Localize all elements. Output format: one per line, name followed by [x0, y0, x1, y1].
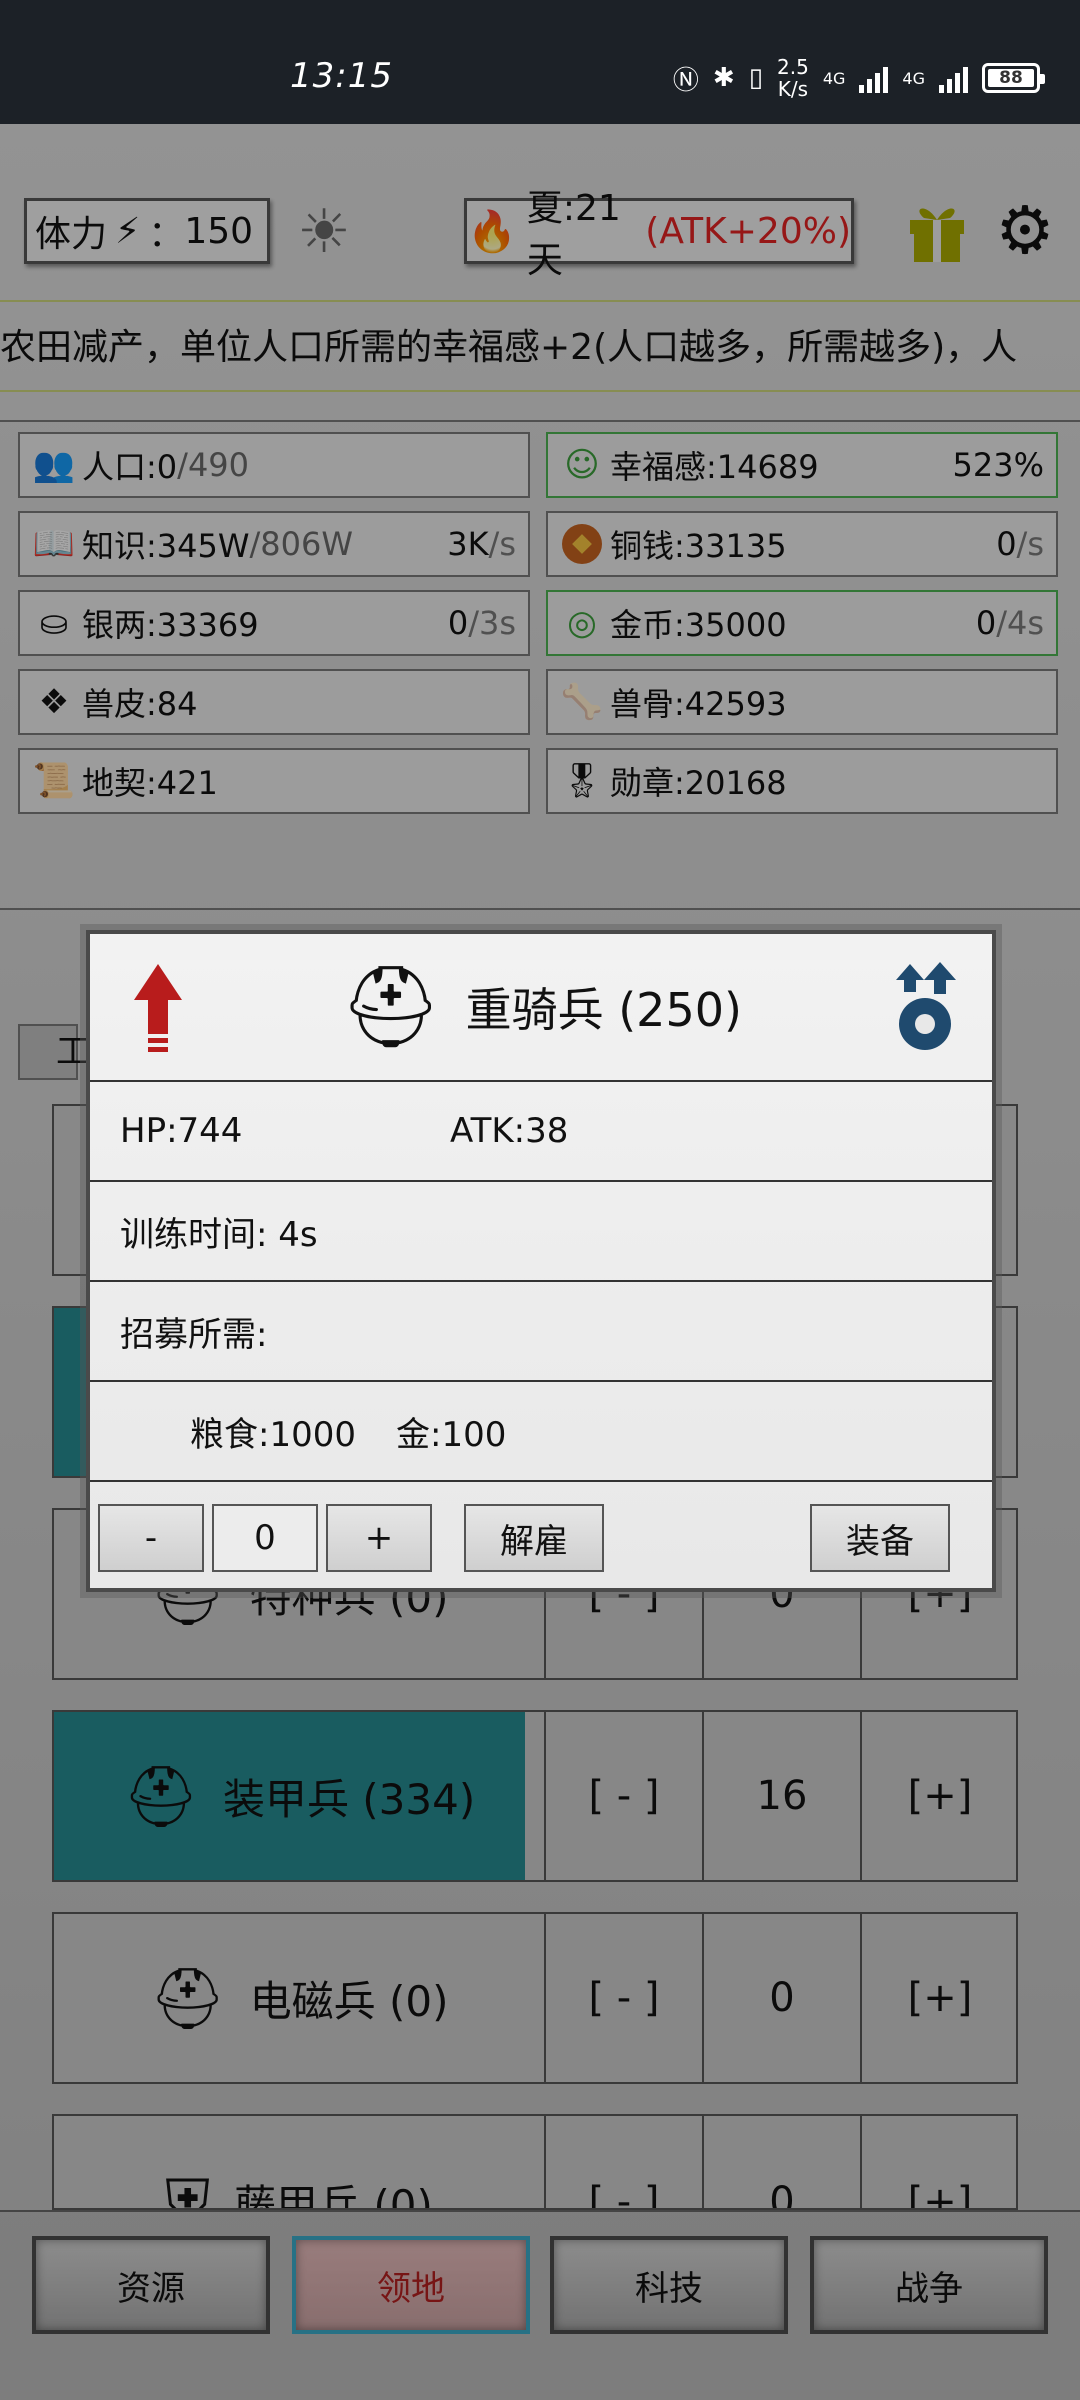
train-time: 训练时间: 4s	[120, 1214, 318, 1255]
atk-value: ATK:38	[450, 1111, 569, 1151]
signal-icon	[859, 63, 889, 93]
recruit-label-row: 招募所需:	[90, 1280, 992, 1380]
status-icons: Ⓝ ✱ ▯ 2.5 K/s 4G 4G 88	[672, 56, 1045, 100]
cost-gold: 金:100	[395, 1414, 507, 1455]
increase-button[interactable]: +	[326, 1504, 432, 1572]
equip-button[interactable]: 装备	[810, 1504, 950, 1572]
decrease-button[interactable]: -	[98, 1504, 204, 1572]
battery-icon: 88	[982, 63, 1045, 93]
battery-level: 88	[988, 68, 1034, 88]
signal-icon-2	[939, 63, 968, 93]
spartan-helmet-icon: ⛑	[340, 960, 442, 1053]
status-bar: 13:15 Ⓝ ✱ ▯ 2.5 K/s 4G 4G 88	[0, 0, 1080, 124]
modal-header: ⛑ 重骑兵 (250)	[90, 934, 992, 1080]
clock: 13:15	[290, 56, 393, 96]
bluetooth-icon: ✱	[712, 63, 735, 93]
unit-detail-modal: ⛑ 重骑兵 (250) HP:744 ATK:38 训练时间: 4s 招募所需:…	[86, 930, 996, 1592]
train-time-row: 训练时间: 4s	[90, 1180, 992, 1280]
network-label-1: 4G	[822, 68, 846, 88]
net-speed-unit: K/s	[777, 77, 809, 101]
equipment-upgrade-icon[interactable]	[890, 962, 960, 1056]
net-speed-value: 2.5	[777, 55, 809, 79]
stats-row: HP:744 ATK:38	[90, 1080, 992, 1180]
nfc-icon: Ⓝ	[672, 65, 699, 96]
hp-value: HP:744	[120, 1111, 243, 1151]
dismiss-button[interactable]: 解雇	[464, 1504, 604, 1572]
modal-title: 重骑兵 (250)	[465, 983, 742, 1037]
net-speed: 2.5 K/s	[777, 56, 809, 100]
network-label-2: 4G	[902, 68, 925, 88]
cost-row: 粮食:1000 金:100	[90, 1380, 992, 1480]
quantity-input[interactable]: 0	[212, 1504, 318, 1572]
divider	[90, 1480, 992, 1482]
cost-food: 粮食:1000	[190, 1414, 356, 1455]
vibrate-icon: ▯	[748, 63, 764, 93]
recruit-label: 招募所需:	[120, 1314, 268, 1355]
